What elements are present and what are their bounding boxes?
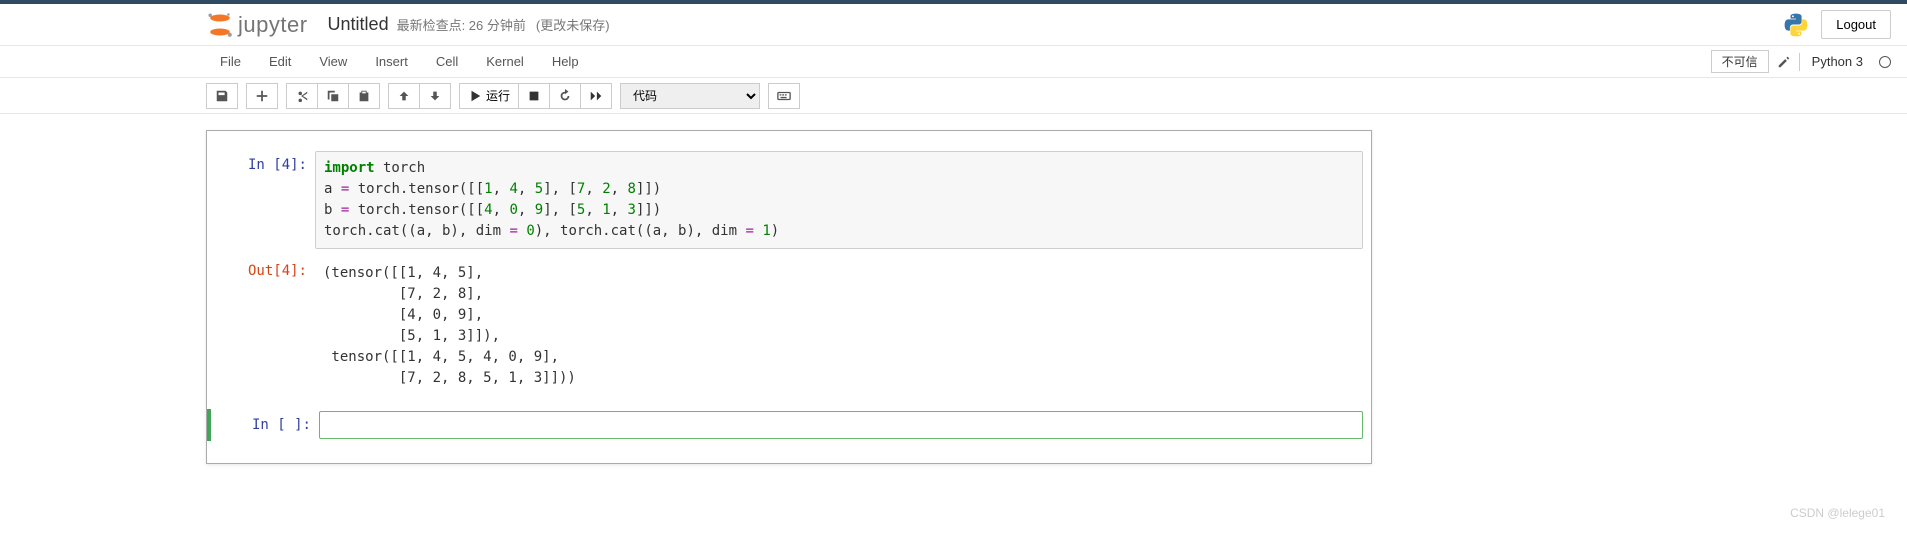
input-prompt: In [4]: <box>215 151 315 249</box>
copy-button[interactable] <box>318 83 349 109</box>
logo-text: jupyter <box>238 12 308 38</box>
code-cell[interactable]: In [ ]: <box>207 409 1371 441</box>
menu-view[interactable]: View <box>305 48 361 75</box>
menu-kernel[interactable]: Kernel <box>472 48 538 75</box>
jupyter-icon <box>206 11 234 39</box>
jupyter-logo[interactable]: jupyter <box>206 11 308 39</box>
play-icon <box>468 89 482 103</box>
output-text: (tensor([[1, 4, 5], [7, 2, 8], [4, 0, 9]… <box>315 257 1363 395</box>
toolbar: 运行 代码 <box>0 78 1907 114</box>
keyboard-icon <box>777 89 791 103</box>
clipboard-icon <box>357 89 371 103</box>
code-input[interactable] <box>319 411 1363 439</box>
save-icon <box>215 89 229 103</box>
header: jupyter Untitled 最新检查点: 26 分钟前 (更改未保存) L… <box>0 4 1907 46</box>
plus-icon <box>255 89 269 103</box>
pencil-icon[interactable] <box>1777 55 1791 69</box>
move-down-button[interactable] <box>420 83 451 109</box>
kernel-name[interactable]: Python 3 <box>1808 54 1867 69</box>
watermark: CSDN @lelege01 <box>1790 506 1885 520</box>
python-icon <box>1783 12 1809 38</box>
run-label: 运行 <box>486 87 510 104</box>
autosave-status: (更改未保存) <box>536 15 610 34</box>
notebook-title[interactable]: Untitled <box>328 14 389 35</box>
scissors-icon <box>295 89 309 103</box>
arrow-up-icon <box>397 89 411 103</box>
menu-file[interactable]: File <box>206 48 255 75</box>
code-cell[interactable]: In [4]: import torcha = torch.tensor([[1… <box>207 149 1371 251</box>
menu-insert[interactable]: Insert <box>361 48 422 75</box>
arrow-down-icon <box>428 89 442 103</box>
save-button[interactable] <box>206 83 238 109</box>
cell-type-select[interactable]: 代码 <box>620 83 760 109</box>
restart-icon <box>558 89 572 103</box>
input-prompt: In [ ]: <box>219 411 319 439</box>
code-input[interactable]: import torcha = torch.tensor([[1, 4, 5],… <box>315 151 1363 249</box>
menubar: File Edit View Insert Cell Kernel Help 不… <box>0 46 1907 78</box>
notebook: In [4]: import torcha = torch.tensor([[1… <box>206 130 1372 464</box>
restart-run-button[interactable] <box>581 83 612 109</box>
stop-icon <box>527 89 541 103</box>
command-palette-button[interactable] <box>768 83 800 109</box>
copy-icon <box>326 89 340 103</box>
fast-forward-icon <box>589 89 603 103</box>
run-button[interactable]: 运行 <box>459 83 519 109</box>
kernel-indicator-icon <box>1879 56 1891 68</box>
menu-cell[interactable]: Cell <box>422 48 472 75</box>
add-cell-button[interactable] <box>246 83 278 109</box>
separator <box>1799 53 1800 71</box>
trusted-indicator[interactable]: 不可信 <box>1711 50 1769 73</box>
logout-button[interactable]: Logout <box>1821 10 1891 39</box>
notebook-container: In [4]: import torcha = torch.tensor([[1… <box>0 114 1907 480</box>
output-prompt: Out[4]: <box>215 257 315 395</box>
checkpoint-status: 最新检查点: 26 分钟前 <box>397 15 526 34</box>
cut-button[interactable] <box>286 83 318 109</box>
menu-edit[interactable]: Edit <box>255 48 305 75</box>
menu-help[interactable]: Help <box>538 48 593 75</box>
output-cell: Out[4]: (tensor([[1, 4, 5], [7, 2, 8], [… <box>207 255 1371 397</box>
move-up-button[interactable] <box>388 83 420 109</box>
paste-button[interactable] <box>349 83 380 109</box>
restart-button[interactable] <box>550 83 581 109</box>
stop-button[interactable] <box>519 83 550 109</box>
